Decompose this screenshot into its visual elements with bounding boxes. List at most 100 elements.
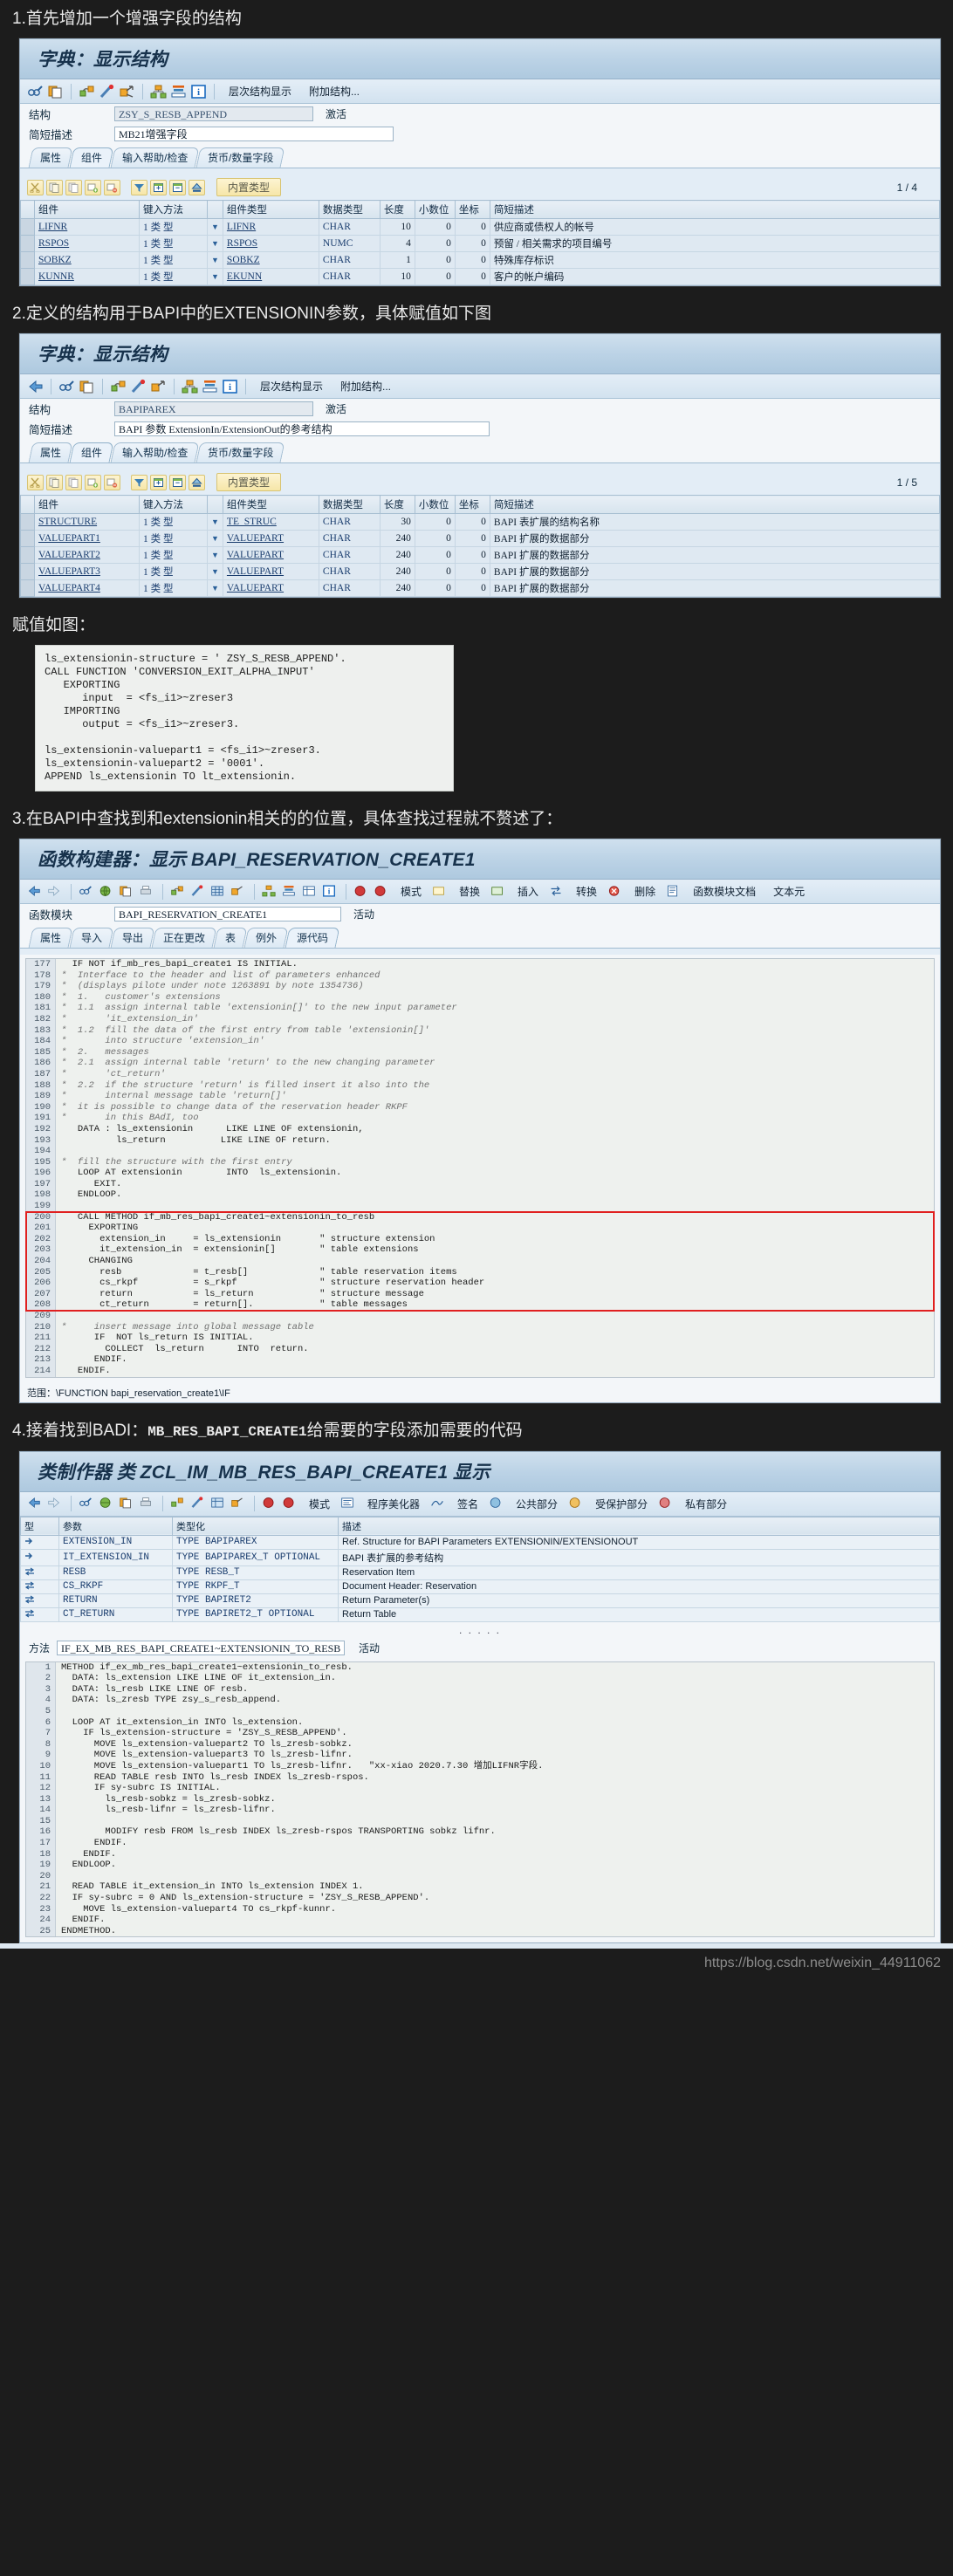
append-structure-button[interactable]: 附加结构... (302, 84, 367, 99)
row-select-cell[interactable] (20, 579, 35, 597)
info-icon[interactable]: i (190, 84, 207, 99)
tab-fb-export[interactable]: 导出 (110, 928, 155, 948)
method-name-input[interactable]: IF_EX_MB_RES_BAPI_CREATE1~EXTENSIONIN_TO… (57, 1640, 346, 1655)
table-row[interactable]: VALUEPART1 1 类 型 ▼ VALUEPART CHAR 240 0 0 BAPI 扩… (20, 530, 941, 547)
row-select-cell[interactable] (20, 530, 35, 547)
cell-dropdown[interactable]: ▼ (207, 251, 223, 269)
code-text[interactable]: EXIT. (56, 1179, 934, 1190)
cell-param-typing[interactable]: TYPE BAPIPAREX (172, 1534, 339, 1550)
tab-fb-attributes[interactable]: 属性 (28, 928, 73, 948)
code-text[interactable]: * in this BAdI, too (56, 1113, 934, 1124)
code-text[interactable]: CHANGING (56, 1256, 934, 1267)
cell-shortdesc[interactable]: BAPI 扩展的数据部分 (489, 579, 941, 597)
code-text[interactable]: IF sy-subrc = 0 AND ls_extension-structu… (56, 1893, 934, 1904)
insert-row-icon[interactable] (85, 474, 101, 490)
cell-param-name[interactable]: CS_RKPF (58, 1579, 173, 1594)
cell-param-name[interactable]: CT_RETURN (58, 1607, 173, 1622)
cell-keymethod[interactable]: 1 类 型 (139, 546, 208, 564)
col-kind[interactable]: 型 (20, 1516, 59, 1536)
cell-comptype[interactable]: RSPOS (222, 235, 319, 252)
cell-datatype[interactable]: CHAR (318, 546, 381, 564)
cell-decimal[interactable]: 0 (414, 235, 456, 252)
hierarchy-display-button[interactable]: 层次结构显示 (222, 84, 298, 99)
cell-datatype[interactable]: NUMC (318, 235, 381, 252)
cell-keymethod[interactable]: 1 类 型 (139, 251, 208, 269)
tab-inputhelp-2[interactable]: 输入帮助/检查 (110, 442, 200, 462)
cell-length[interactable]: 30 (379, 513, 415, 531)
cb-mode-button[interactable]: 模式 (302, 1497, 337, 1511)
code-text[interactable]: MOVE ls_extension-valuepart2 TO ls_zresb… (56, 1739, 934, 1750)
link-icon[interactable] (170, 884, 187, 900)
expand-icon[interactable] (150, 474, 167, 490)
table-row[interactable]: STRUCTURE 1 类 型 ▼ TE_STRUC CHAR 30 0 0 BAPI 表扩展的… (20, 513, 941, 531)
signature-button[interactable]: 签名 (450, 1497, 485, 1511)
method-source-editor[interactable]: 1 METHOD if_ex_mb_res_bapi_create1~extens… (25, 1661, 935, 1938)
code-text[interactable]: DATA: ls_zresb TYPE zsy_s_resb_append. (56, 1695, 934, 1706)
cell-param-name[interactable]: IT_EXTENSION_IN (58, 1548, 173, 1566)
delete-row-icon[interactable] (104, 179, 120, 195)
stack-icon[interactable] (170, 84, 187, 99)
delete-row-icon[interactable] (104, 474, 120, 490)
cell-keymethod[interactable]: 1 类 型 (139, 268, 208, 285)
cell-dropdown[interactable]: ▼ (207, 546, 223, 564)
cell-length[interactable]: 240 (379, 563, 415, 580)
col-decimal-2[interactable]: 小数位 (414, 495, 456, 514)
cell-comptype[interactable]: VALUEPART (222, 563, 319, 580)
table-row[interactable]: VALUEPART2 1 类 型 ▼ VALUEPART CHAR 240 0 0 BAPI 扩… (20, 546, 941, 564)
insert-row-icon[interactable] (85, 179, 101, 195)
row-select-cell[interactable] (20, 235, 35, 252)
code-text[interactable]: IF ls_extension-structure = 'ZSY_S_RESB_… (56, 1728, 934, 1739)
cell-comptype[interactable]: LIFNR (222, 218, 319, 236)
cut-icon[interactable] (27, 179, 44, 195)
table-row[interactable]: LIFNR 1 类 型 ▼ LIFNR CHAR 10 0 0 供应商或债权人的帐号 (20, 218, 941, 236)
signature-icon[interactable] (430, 1496, 447, 1511)
cut-icon[interactable] (27, 474, 44, 490)
arrow-out-icon[interactable] (150, 379, 167, 394)
col-coord-1[interactable]: 坐标 (454, 200, 490, 219)
cell-coord[interactable]: 0 (454, 513, 490, 531)
stop-record-icon-2[interactable] (374, 884, 390, 900)
cell-param-typing[interactable]: TYPE BAPIRET2_T OPTIONAL (172, 1607, 339, 1622)
code-text[interactable]: extension_in = ls_extensionin " structur… (56, 1234, 934, 1245)
table-row[interactable]: VALUEPART3 1 类 型 ▼ VALUEPART CHAR 240 0 0 BAPI 扩… (20, 563, 941, 580)
cell-shortdesc[interactable]: 供应商或债权人的帐号 (489, 218, 941, 236)
tab-currency-1[interactable]: 货币/数量字段 (195, 147, 286, 168)
cell-param-name[interactable]: EXTENSION_IN (58, 1534, 173, 1550)
code-text[interactable]: ENDLOOP. (56, 1189, 934, 1201)
cell-param-desc[interactable]: Return Table (338, 1607, 940, 1622)
row-select-cell[interactable] (20, 268, 35, 285)
cell-length[interactable]: 240 (379, 579, 415, 597)
cell-component[interactable]: VALUEPART1 (34, 530, 140, 547)
cell-comptype[interactable]: VALUEPART (222, 530, 319, 547)
cell-component[interactable]: RSPOS (34, 235, 140, 252)
tab-components-2[interactable]: 组件 (69, 442, 114, 462)
col-description[interactable]: 描述 (338, 1516, 940, 1536)
forward-arrow-icon[interactable] (47, 1496, 64, 1511)
cell-param-desc[interactable]: Return Parameter(s) (338, 1593, 940, 1608)
code-text[interactable] (56, 1146, 934, 1157)
stack-icon[interactable] (202, 379, 218, 394)
col-typing[interactable]: 类型化 (172, 1516, 339, 1536)
tab-fb-changing[interactable]: 正在更改 (151, 928, 217, 948)
pretty-printer-button[interactable]: 程序美化器 (360, 1497, 427, 1511)
code-text[interactable]: IF NOT ls_return IS INITIAL. (56, 1333, 934, 1344)
cell-decimal[interactable]: 0 (414, 251, 456, 269)
cell-decimal[interactable]: 0 (414, 530, 456, 547)
up-arrow-icon[interactable] (189, 179, 205, 195)
code-text[interactable] (56, 1816, 934, 1827)
col-datatype-2[interactable]: 数据类型 (318, 495, 381, 514)
cell-decimal[interactable]: 0 (414, 579, 456, 597)
builtin-type-button-1[interactable]: 内置类型 (216, 178, 282, 196)
convert-button[interactable]: 转换 (569, 884, 604, 899)
cell-coord[interactable]: 0 (454, 530, 490, 547)
code-text[interactable]: resb = t_resb[] " table reservation item… (56, 1267, 934, 1278)
short-desc-input-1[interactable]: MB21增强字段 (114, 127, 394, 141)
link-icon[interactable] (170, 1496, 187, 1511)
cell-comptype[interactable]: TE_STRUC (222, 513, 319, 531)
col-component-2[interactable]: 组件 (34, 495, 140, 514)
cell-decimal[interactable]: 0 (414, 218, 456, 236)
code-text[interactable]: DATA : ls_extensionin LIKE LINE OF exten… (56, 1124, 934, 1135)
code-text[interactable]: ENDLOOP. (56, 1860, 934, 1871)
code-text[interactable]: ENDIF. (56, 1849, 934, 1860)
protected-section-icon[interactable] (568, 1496, 585, 1511)
